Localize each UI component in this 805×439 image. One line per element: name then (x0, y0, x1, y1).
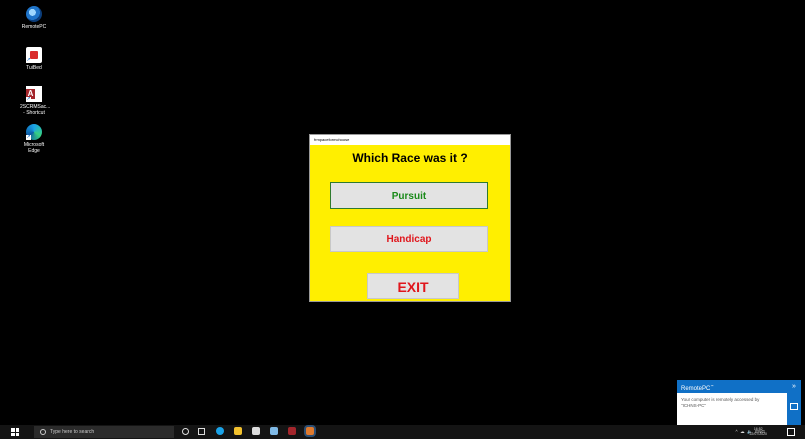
remotepc-icon (26, 6, 42, 22)
shortcut-arrow-icon: ↗ (26, 96, 31, 102)
desktop-icon-label: 2SCRMSac... - Shortcut (20, 104, 51, 116)
desktop-icon-label: Microsoft Edge (23, 142, 45, 154)
race-choice-dialog: frmpaceformchoose Which Race was it ? Pu… (309, 134, 511, 302)
edge-icon[interactable] (216, 427, 224, 435)
search-icon (40, 429, 46, 435)
pdf-icon: ↗ (26, 47, 42, 63)
desktop-icon-remotepc[interactable]: RemotePC (20, 6, 48, 30)
access-taskbar-icon[interactable] (288, 427, 296, 435)
shortcut-arrow-icon: ↗ (26, 134, 31, 140)
clock-date: 22/07/2020 (749, 432, 767, 436)
message-icon (790, 403, 798, 410)
taskbar-search-input[interactable]: Type here to search (34, 426, 174, 438)
desktop-icon-label: TuiBed (26, 65, 42, 71)
network-icon[interactable]: ☁ (740, 429, 745, 434)
remotepc-notification[interactable]: RemotePC™ Your computer is remotely acce… (677, 380, 801, 425)
dialog-title: frmpaceformchoose (310, 135, 510, 145)
race-question: Which Race was it ? (352, 151, 468, 165)
notification-message: Your computer is remotely accessed by "I… (681, 397, 760, 408)
shortcut-arrow-icon: ↗ (26, 57, 31, 63)
active-app-icon[interactable] (306, 427, 314, 435)
access-icon: ↗ (26, 86, 42, 102)
file-explorer-icon[interactable] (234, 427, 242, 435)
desktop-icon-edge[interactable]: ↗ Microsoft Edge (20, 124, 48, 154)
search-placeholder: Type here to search (50, 429, 95, 435)
taskbar: Type here to search ^ ☁ 🔈 ENG 16:52 22/0… (0, 425, 805, 439)
start-button[interactable] (11, 428, 19, 436)
remotepc-taskbar-icon[interactable] (270, 427, 278, 435)
store-icon[interactable] (252, 427, 260, 435)
edge-icon: ↗ (26, 124, 42, 140)
cortana-icon[interactable] (182, 428, 189, 435)
pursuit-button[interactable]: Pursuit (330, 182, 488, 209)
desktop-icon-label: RemotePC (21, 24, 47, 30)
handicap-button[interactable]: Handicap (330, 226, 488, 252)
action-center-icon[interactable] (787, 428, 795, 436)
expand-chevron-icon[interactable]: » (787, 380, 801, 393)
exit-button[interactable]: EXIT (367, 273, 459, 299)
desktop-icon-tuibed[interactable]: ↗ TuiBed (20, 47, 48, 71)
notification-title: RemotePC (681, 386, 711, 392)
notification-side-panel[interactable] (787, 393, 801, 425)
task-view-icon[interactable] (198, 428, 205, 435)
clock[interactable]: 16:52 22/07/2020 (749, 427, 767, 437)
desktop-icon-access-shortcut[interactable]: ↗ 2SCRMSac... - Shortcut (20, 86, 51, 116)
tray-chevron-icon[interactable]: ^ (735, 429, 737, 434)
